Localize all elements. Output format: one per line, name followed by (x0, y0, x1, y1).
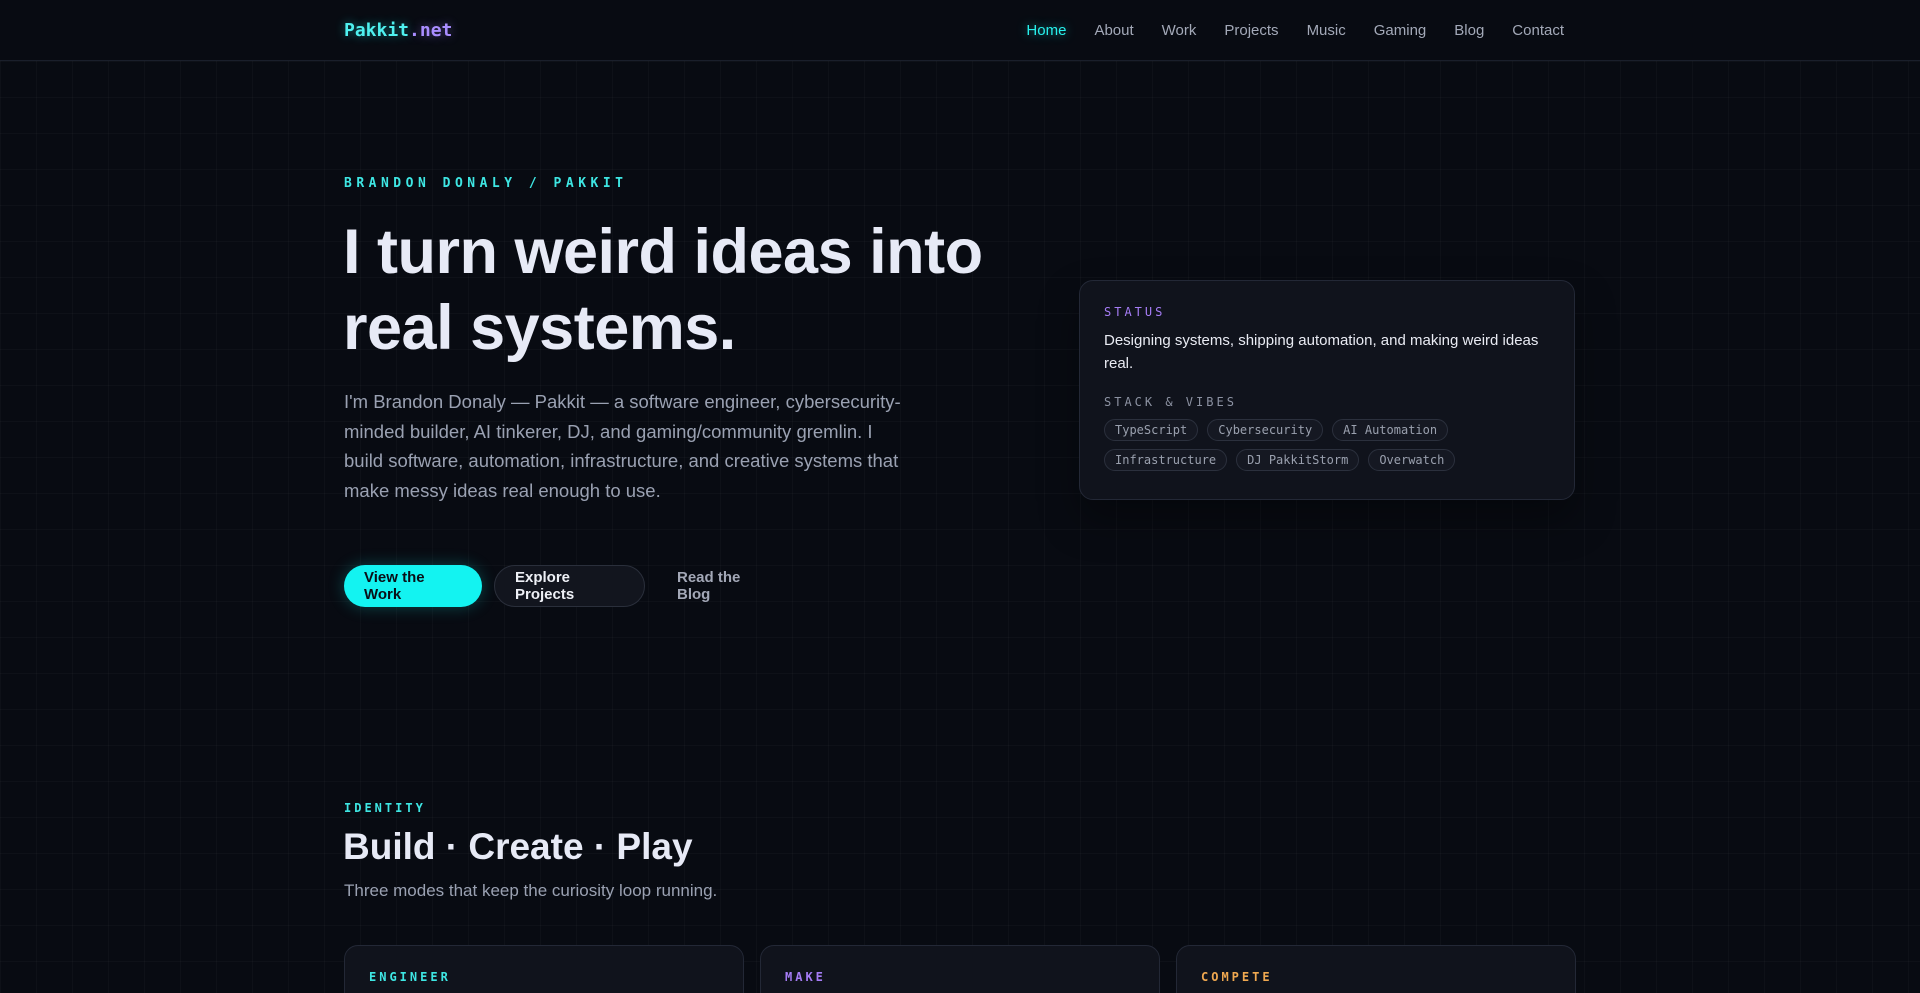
mode-label-engineer: ENGINEER (369, 970, 451, 984)
identity-subtitle: Three modes that keep the curiosity loop… (344, 881, 718, 900)
nav-blog[interactable]: Blog (1454, 22, 1484, 39)
main-nav: Home About Work Projects Music Gaming Bl… (1026, 22, 1564, 39)
identity-title: Build · Create · Play (343, 826, 693, 867)
tag-infrastructure: Infrastructure (1104, 449, 1228, 471)
site-header: Pakkit.net Home About Work Projects Musi… (0, 0, 1920, 61)
mode-card-engineer: ENGINEER (344, 945, 744, 993)
tag-cybersecurity: Cybersecurity (1207, 419, 1324, 441)
tag-typescript: TypeScript (1104, 419, 1199, 441)
header-inner: Pakkit.net Home About Work Projects Musi… (344, 0, 1564, 61)
site-logo[interactable]: Pakkit.net (344, 20, 452, 41)
status-text: Designing systems, shipping automation, … (1104, 332, 1539, 372)
view-work-button[interactable]: View the Work (344, 565, 482, 607)
hero-actions: View the Work Explore Projects Read the … (344, 565, 777, 607)
hero-eyebrow: BRANDON DONALY / PAKKIT (344, 176, 628, 191)
nav-home[interactable]: Home (1026, 22, 1066, 39)
tag-overwatch: Overwatch (1368, 449, 1456, 471)
nav-contact[interactable]: Contact (1512, 22, 1564, 39)
mode-card-compete: COMPETE (1176, 945, 1576, 993)
hero-title: I turn weird ideas into real systems. (343, 217, 983, 363)
nav-work[interactable]: Work (1162, 22, 1197, 39)
explore-projects-button[interactable]: Explore Projects (494, 565, 645, 607)
nav-music[interactable]: Music (1307, 22, 1346, 39)
logo-tld: .net (409, 20, 453, 41)
hero-description: I'm Brandon Donaly — Pakkit — a software… (344, 391, 901, 501)
nav-projects[interactable]: Projects (1224, 22, 1278, 39)
nav-about[interactable]: About (1094, 22, 1133, 39)
logo-main: Pakkit (344, 20, 410, 41)
identity-eyebrow: IDENTITY (344, 801, 426, 815)
nav-gaming[interactable]: Gaming (1374, 22, 1427, 39)
mode-label-compete: COMPETE (1201, 970, 1273, 984)
mode-label-make: MAKE (785, 970, 826, 984)
stack-tags: TypeScript Cybersecurity AI Automation I… (1104, 419, 1544, 471)
status-label: STATUS (1104, 305, 1166, 319)
tag-dj-pakkitstorm: DJ PakkitStorm (1236, 449, 1360, 471)
read-blog-link[interactable]: Read the Blog (657, 565, 777, 607)
stack-label: STACK & VIBES (1104, 395, 1237, 409)
tag-ai-automation: AI Automation (1332, 419, 1449, 441)
mode-card-make: MAKE (760, 945, 1160, 993)
status-card: STATUS Designing systems, shipping autom… (1079, 280, 1575, 500)
